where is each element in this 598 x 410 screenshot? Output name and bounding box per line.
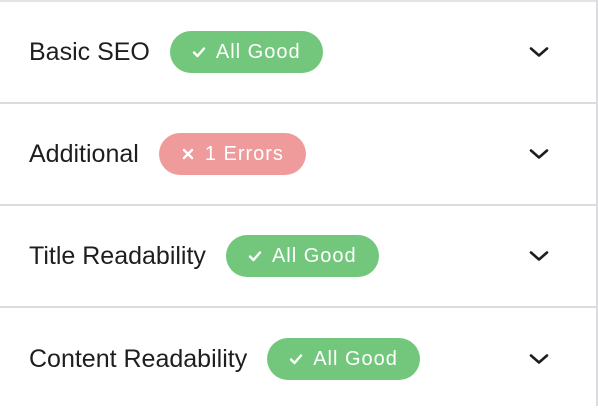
status-badge-label: All Good (313, 347, 398, 370)
check-icon (192, 45, 206, 59)
section-title-readability[interactable]: Title Readability All Good (0, 206, 596, 308)
chevron-down-icon[interactable] (528, 249, 550, 263)
check-icon (248, 249, 262, 263)
status-badge-label: 1 Errors (204, 142, 284, 165)
status-badge-label: All Good (271, 244, 357, 267)
check-icon (289, 352, 303, 366)
status-badge: All Good (169, 31, 323, 73)
status-badge: All Good (225, 235, 379, 277)
chevron-down-icon[interactable] (528, 45, 550, 59)
seo-analysis-panel: Basic SEO All Good Additional 1 Errors T… (0, 0, 598, 406)
section-title: Title Readability (29, 241, 206, 270)
status-badge: 1 Errors (158, 133, 306, 175)
section-basic-seo[interactable]: Basic SEO All Good (0, 2, 596, 104)
section-additional[interactable]: Additional 1 Errors (0, 104, 596, 206)
status-badge-label: All Good (215, 40, 301, 63)
section-title: Content Readability (29, 344, 248, 373)
section-title: Additional (29, 139, 139, 168)
section-content-readability[interactable]: Content Readability All Good (0, 308, 596, 410)
close-icon (181, 147, 195, 161)
status-badge: All Good (267, 338, 420, 380)
chevron-down-icon[interactable] (528, 352, 550, 366)
section-title: Basic SEO (29, 37, 150, 66)
chevron-down-icon[interactable] (528, 147, 550, 161)
